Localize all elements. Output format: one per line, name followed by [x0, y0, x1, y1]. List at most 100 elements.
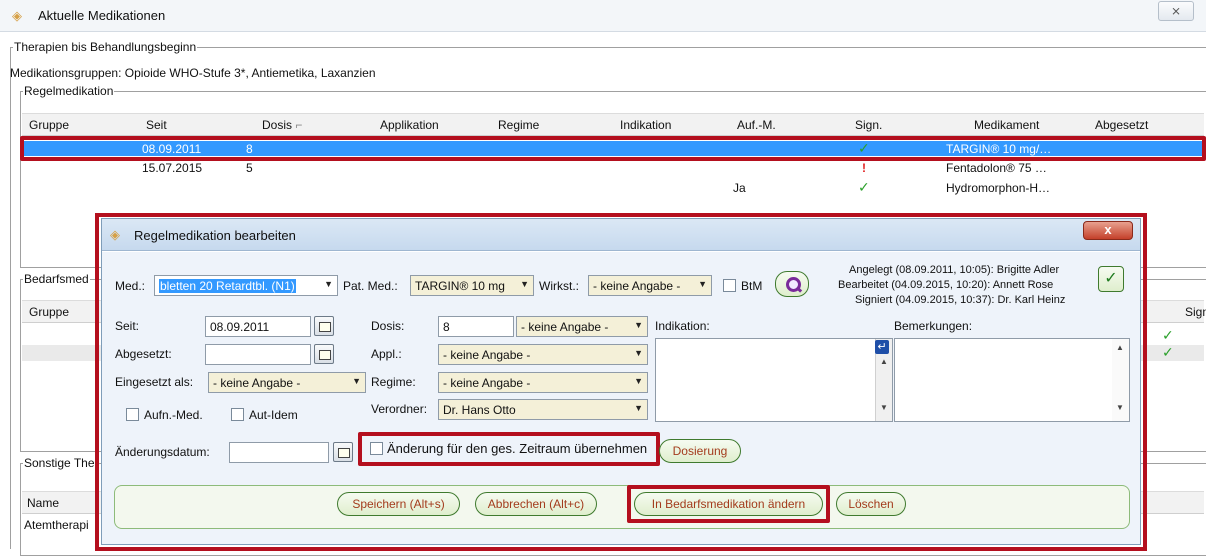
col-abgesetzt[interactable]: Abgesetzt	[1095, 118, 1148, 132]
app-logo-icon: ◈	[12, 8, 22, 23]
chevron-down-icon: ▼	[698, 279, 707, 289]
scroll-down-icon[interactable]: ▼	[1116, 403, 1124, 412]
aufn-med-checkbox[interactable]	[126, 408, 139, 421]
list-item[interactable]: Atemtherapi	[24, 518, 89, 532]
indikation-label: Indikation:	[655, 319, 710, 333]
insert-arrow-icon[interactable]: ↵	[875, 340, 889, 354]
cell-medikament: Fentadolon® 75 …	[946, 161, 1047, 175]
btm-checkbox[interactable]	[723, 279, 736, 292]
patient-med-value: TARGIN® 10 mg	[415, 279, 505, 293]
verordner-select[interactable]: Dr. Hans Otto ▼	[438, 399, 648, 420]
col-sign[interactable]: Sign.	[1185, 305, 1206, 319]
regime-select[interactable]: - keine Angabe - ▼	[438, 372, 648, 393]
dosis-unit-select[interactable]: - keine Angabe - ▼	[516, 316, 648, 337]
chevron-down-icon: ▼	[634, 403, 643, 413]
bemerkungen-label: Bemerkungen:	[894, 319, 973, 333]
window-title: Aktuelle Medikationen	[38, 8, 166, 23]
save-button[interactable]: Speichern (Alt+s)	[337, 492, 460, 516]
dosierung-button[interactable]: Dosierung	[659, 439, 741, 463]
signed-check-icon: ✓	[858, 179, 870, 195]
col-regime[interactable]: Regime	[498, 118, 539, 132]
col-name[interactable]: Name	[27, 496, 59, 510]
col-gruppe[interactable]: Gruppe	[29, 305, 69, 319]
patmed-label: Pat. Med.:	[343, 279, 398, 293]
col-gruppe[interactable]: Gruppe	[29, 118, 69, 132]
aenderungsdatum-input[interactable]	[229, 442, 329, 463]
col-auf-m[interactable]: Auf.-M.	[737, 118, 776, 132]
seit-input[interactable]: 08.09.2011	[205, 316, 311, 337]
eingesetzt-select[interactable]: - keine Angabe - ▼	[208, 372, 366, 393]
appl-value: - keine Angabe -	[443, 348, 531, 362]
cell-dosis: 5	[246, 161, 253, 175]
bemerkungen-textarea[interactable]: ▲ ▼	[894, 338, 1130, 422]
aenderungsdatum-label: Änderungsdatum:	[115, 445, 210, 459]
dialog-footer	[114, 485, 1130, 529]
aufn-med-label: Aufn.-Med.	[144, 408, 203, 422]
bedarfsmedikation-legend: Bedarfsmed	[24, 272, 89, 286]
scroll-down-icon[interactable]: ▼	[880, 403, 888, 412]
chevron-down-icon: ▼	[520, 279, 529, 289]
warning-icon: !	[862, 161, 866, 175]
eingesetzt-label: Eingesetzt als:	[115, 375, 194, 389]
search-button[interactable]	[775, 271, 809, 297]
chevron-down-icon: ▼	[324, 279, 333, 289]
edit-dialog: ◈ Regelmedikation bearbeiten x Med.: ble…	[101, 218, 1141, 545]
regime-value: - keine Angabe -	[443, 376, 531, 390]
bemerkungen-scrollbar[interactable]: ▲ ▼	[1112, 339, 1129, 421]
med-label: Med.:	[115, 279, 146, 293]
app-logo-icon: ◈	[110, 227, 120, 242]
scroll-up-icon[interactable]: ▲	[1116, 343, 1124, 352]
delete-button[interactable]: Löschen	[836, 492, 906, 516]
col-seit[interactable]: Seit	[146, 118, 167, 132]
window-titlebar: ◈ Aktuelle Medikationen	[0, 0, 1206, 32]
medication-groups-text: Medikationsgruppen: Opioide WHO-Stufe 3*…	[10, 66, 376, 80]
indikation-textarea[interactable]: ▲ ▼	[655, 338, 893, 422]
dosis-unit-value: - keine Angabe -	[521, 320, 609, 334]
verordner-value: Dr. Hans Otto	[443, 403, 516, 417]
wirkstoff-select[interactable]: - keine Angabe - ▼	[588, 275, 712, 296]
calendar-icon[interactable]	[314, 316, 334, 336]
scroll-up-icon[interactable]: ▲	[880, 357, 888, 366]
wirkst-label: Wirkst.:	[539, 279, 579, 293]
sign-ok-button[interactable]: ✓	[1098, 266, 1124, 292]
chevron-down-icon: ▼	[352, 376, 361, 386]
dosis-label: Dosis:	[371, 319, 405, 333]
table-row[interactable]: 15.07.2015 5 ! Fentadolon® 75 …	[24, 160, 1202, 175]
chevron-down-icon: ▼	[634, 348, 643, 358]
col-indikation[interactable]: Indikation	[620, 118, 671, 132]
cell-seit: 15.07.2015	[142, 161, 203, 175]
dialog-close-button[interactable]: x	[1083, 221, 1133, 240]
table-row[interactable]: Ja ✓ Hydromorphon-H…	[24, 179, 1202, 195]
window-close-button[interactable]: ⨯	[1158, 1, 1194, 21]
col-medikament[interactable]: Medikament	[974, 118, 1039, 132]
cancel-button[interactable]: Abbrechen (Alt+c)	[475, 492, 597, 516]
col-sign[interactable]: Sign.	[855, 118, 882, 132]
dialog-title: Regelmedikation bearbeiten	[134, 228, 296, 243]
change-to-bedarf-button[interactable]: In Bedarfsmedikation ändern	[634, 492, 823, 516]
calendar-icon[interactable]	[333, 442, 353, 462]
aut-idem-checkbox[interactable]	[231, 408, 244, 421]
sort-icon: ⌐	[295, 118, 303, 132]
calendar-icon[interactable]	[314, 344, 334, 364]
patient-med-select[interactable]: TARGIN® 10 mg ▼	[410, 275, 534, 296]
appl-select[interactable]: - keine Angabe - ▼	[438, 344, 648, 365]
col-applikation[interactable]: Applikation	[380, 118, 439, 132]
abgesetzt-input[interactable]	[205, 344, 311, 365]
btm-label: BtM	[741, 279, 763, 293]
regel-table-header: Gruppe Seit Dosis ⌐ Applikation Regime I…	[22, 113, 1204, 136]
cell-medikament: Hydromorphon-H…	[946, 181, 1051, 195]
medication-select[interactable]: bletten 20 Retardtbl. (N1) ▼	[154, 275, 338, 296]
eingesetzt-value: - keine Angabe -	[213, 376, 301, 390]
verordner-label: Verordner:	[371, 402, 428, 416]
info-signiert: Signiert (04.09.2015, 10:37): Dr. Karl H…	[855, 294, 1066, 306]
zeitraum-label: Änderung für den ges. Zeitraum übernehme…	[387, 441, 648, 456]
chevron-down-icon: ▼	[634, 320, 643, 330]
zeitraum-checkbox[interactable]	[370, 442, 383, 455]
therapien-legend: Therapien bis Behandlungsbeginn	[14, 40, 197, 54]
dosis-input[interactable]: 8	[438, 316, 514, 337]
signed-check-icon: ✓	[1162, 327, 1174, 343]
dialog-titlebar: ◈ Regelmedikation bearbeiten x	[102, 219, 1140, 251]
info-bearbeitet: Bearbeitet (04.09.2015, 10:20): Annett R…	[838, 279, 1054, 291]
col-dosis[interactable]: Dosis ⌐	[262, 118, 302, 132]
seit-label: Seit:	[115, 319, 140, 333]
